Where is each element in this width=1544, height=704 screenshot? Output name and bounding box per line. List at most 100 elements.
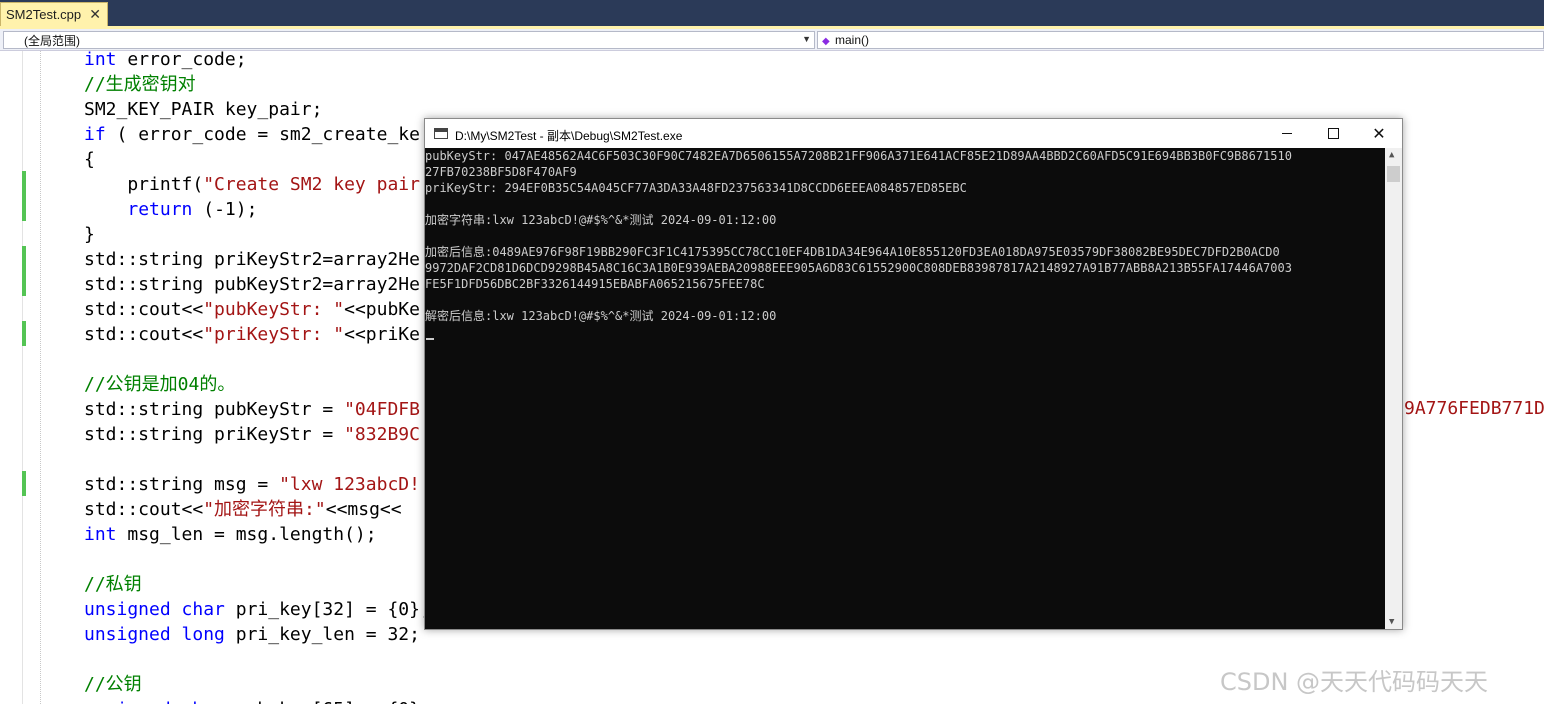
code-token: //生成密钥对 [84,74,196,95]
code-line: std::string priKeyStr2=array2He [84,247,420,272]
code-token: "lxw 123abcD! [279,474,420,495]
code-token: pri_key_len = 32; [224,624,420,645]
console-line: 加密后信息:0489AE976F98F19BB290FC3F1C4175395C… [425,245,1280,259]
console-line: 27FB70238BF5D8F470AF9 [425,165,577,179]
console-line: priKeyStr: 294EF0B35C54A045CF77A3DA33A48… [425,181,967,195]
code-token: if [84,124,106,145]
code-token: pri_key[32] = {0}; [224,599,431,620]
code-line: std::string priKeyStr = "832B9C [84,422,420,447]
close-button[interactable]: ✕ [1356,119,1402,148]
code-token: std::cout<< [84,299,204,320]
scope-dropdown[interactable]: (全局范围) ▼ [3,31,815,49]
code-token: std::string pubKeyStr = [84,399,345,420]
code-token: SM2_KEY_PAIR key_pair; [84,99,323,120]
code-token: pub_key[65] = {0}; [225,699,431,704]
code-line: unsigned char pri_key[32] = {0}; [84,597,431,622]
code-line: { [84,147,95,172]
console-line: 加密字符串:lxw 123abcD!@#$%^&*测试 2024-09-01:1… [425,213,777,227]
document-tab-strip: SM2Test.cpp ✕ [0,0,1544,28]
code-token: <<priKe [344,324,420,345]
function-cube-icon: ◆ [822,36,830,47]
console-output: pubKeyStr: 047AE48562A4C6F503C30F90C7482… [425,148,1385,629]
code-line: //私钥 [84,572,142,597]
code-token: std::cout<< [84,499,204,520]
code-token: printf( [84,174,204,195]
code-overflow-fragment: 9A776FEDB771D [1404,398,1544,419]
code-line: std::string pubKeyStr = "04FDFB [84,397,420,422]
console-line: 解密后信息:lxw 123abcD!@#$%^&*测试 2024-09-01:1… [425,309,777,323]
editor-margin [22,51,23,704]
code-line: std::cout<<"加密字符串:"<<msg<< [84,497,402,522]
code-token: <<pubKe [344,299,420,320]
code-line: } [84,222,95,247]
code-token: msg_len = msg.length(); [116,524,377,545]
tab-title: SM2Test.cpp [6,7,82,22]
code-token: int [84,524,117,545]
change-indicator [22,471,26,496]
scrollbar-thumb[interactable] [1387,166,1400,182]
console-cursor [426,338,434,340]
code-line: std::cout<<"pubKeyStr: "<<pubKe [84,297,420,322]
code-line: unsigned char pub_key[65] = {0}; [84,697,431,704]
code-token: std::cout<< [84,324,204,345]
code-token: <<msg<< [325,499,402,520]
close-icon: ✕ [1372,125,1386,143]
scope-dropdown-value: (全局范围) [24,33,80,48]
code-token: unsigned long [84,624,225,645]
code-token: std::string msg = [84,474,280,495]
code-line: std::string msg = "lxw 123abcD! [84,472,420,497]
code-line: std::cout<<"priKeyStr: "<<priKe [84,322,420,347]
navigation-bar: (全局范围) ▼ ◆ main() [0,29,1544,51]
console-line: FE5F1DFD56DBC2BF3326144915EBABFA06521567… [425,277,765,291]
code-token: error_code; [116,51,247,70]
console-scrollbar[interactable]: ▲ ▼ [1385,148,1402,629]
code-token: unsigned char [84,599,225,620]
console-title: D:\My\SM2Test - 副本\Debug\SM2Test.exe [455,129,683,143]
tab-sm2test-cpp[interactable]: SM2Test.cpp ✕ [0,2,108,26]
maximize-button[interactable] [1310,119,1356,148]
change-indicator [22,246,26,296]
code-token: return [127,199,193,220]
code-line: //公钥是加04的。 [84,372,235,397]
code-token: //私钥 [84,574,142,595]
minimize-button[interactable] [1264,119,1310,148]
member-dropdown-value: main() [835,33,870,47]
code-token: "832B9C [344,424,420,445]
code-line: printf("Create SM2 key pair [84,172,420,197]
code-line: int msg_len = msg.length(); [84,522,377,547]
indent-guide [40,51,42,704]
scroll-down-icon[interactable]: ▼ [1389,617,1394,627]
chevron-down-icon[interactable]: ▼ [802,34,811,44]
code-line: int error_code; [84,51,247,72]
code-token: "04FDFB [344,399,420,420]
watermark: CSDN @天天代码码天天 [1220,668,1489,696]
code-token: std::string pubKeyStr2=array2He [84,274,420,295]
tab-close-icon[interactable]: ✕ [89,6,101,23]
code-token: } [84,224,95,245]
code-token: (-1); [192,199,258,220]
code-token: unsigned char [84,699,225,704]
change-indicator [22,321,26,346]
scroll-up-icon[interactable]: ▲ [1389,150,1394,160]
code-token: int [84,51,117,70]
code-token: //公钥是加04的。 [84,374,236,395]
code-line: //生成密钥对 [84,72,196,97]
code-token: ( error_code = sm2_create_ke [105,124,420,145]
console-line: pubKeyStr: 047AE48562A4C6F503C30F90C7482… [425,149,1292,163]
code-token: "priKeyStr: " [203,324,345,345]
code-token: std::string priKeyStr2=array2He [84,249,420,270]
code-token: "pubKeyStr: " [203,299,345,320]
member-dropdown[interactable]: ◆ main() [817,31,1544,49]
code-token: "Create SM2 key pair [203,174,420,195]
code-token: "加密字符串:" [203,499,326,520]
code-line: return (-1); [84,197,257,222]
code-line: unsigned long pri_key_len = 32; [84,622,420,647]
code-token: std::string priKeyStr = [84,424,345,445]
console-window[interactable]: D:\My\SM2Test - 副本\Debug\SM2Test.exe ✕ p… [424,118,1403,630]
code-line: std::string pubKeyStr2=array2He [84,272,420,297]
console-titlebar[interactable]: D:\My\SM2Test - 副本\Debug\SM2Test.exe ✕ [425,119,1402,148]
change-indicator [22,171,26,221]
console-app-icon [434,128,448,139]
code-line: //公钥 [84,672,142,697]
